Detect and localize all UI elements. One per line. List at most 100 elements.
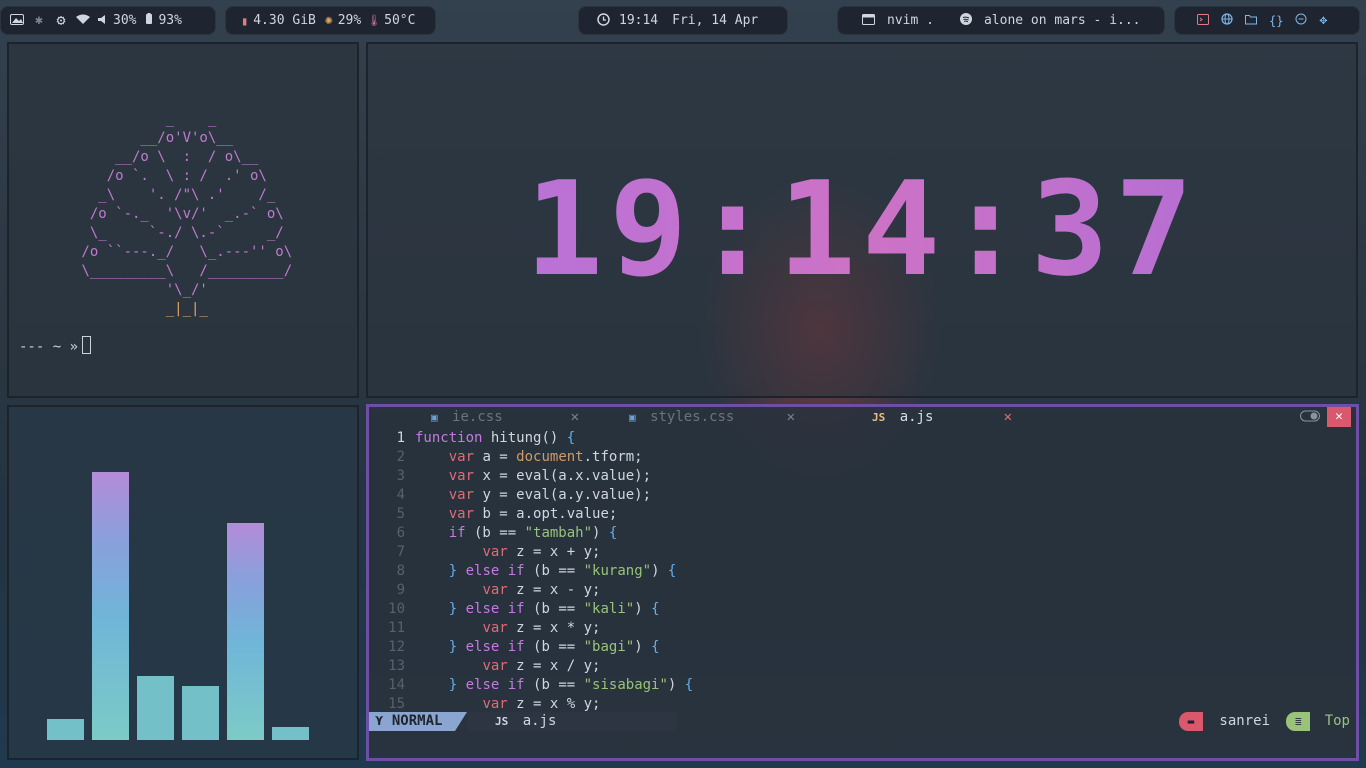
cursor-position: Top [1324, 713, 1350, 729]
code-text: function hitung() { [415, 430, 576, 446]
cwd-name: sanrei [1219, 713, 1270, 729]
terminal-icon[interactable] [1197, 13, 1209, 28]
code-text: if (b == "tambah") { [448, 525, 618, 541]
toggle-icon[interactable] [1300, 410, 1320, 425]
line-number: 4 [396, 487, 405, 503]
status-bar-left: ✱ ⚙ 30% 93% [0, 6, 216, 35]
grid-icon[interactable]: ✥ [1319, 14, 1327, 27]
code-line[interactable]: 8 } else if (b == "kurang") { [369, 562, 1356, 581]
clock-window: 19:14:37 [366, 42, 1358, 398]
tab-styles-css[interactable]: ▣ styles.css ✕ [629, 407, 795, 428]
code-text: var a = document.tform; [448, 449, 643, 465]
code-text: } else if (b == "kali") { [448, 601, 660, 617]
close-icon[interactable]: ✕ [787, 407, 795, 428]
position-segment: ≣ Top [1286, 712, 1350, 731]
window-icon [862, 13, 875, 28]
code-line[interactable]: 6 if (b == "tambah") { [369, 524, 1356, 543]
code-line[interactable]: 14 } else if (b == "sisabagi") { [369, 676, 1356, 695]
globe-icon[interactable] [1221, 13, 1233, 28]
tab-label: styles.css [650, 409, 735, 425]
line-number: 9 [396, 582, 405, 598]
settings-icon[interactable]: ⚙ [50, 13, 72, 28]
big-clock-digits: 19:14:37 [525, 153, 1199, 305]
visualizer-bar [92, 472, 129, 740]
close-icon[interactable]: ✕ [1004, 407, 1012, 428]
image-icon[interactable] [10, 13, 28, 28]
code-line[interactable]: 9 var z = x - y; [369, 581, 1356, 600]
code-text: } else if (b == "kurang") { [448, 563, 677, 579]
clock-bar[interactable]: 19:14 Fri, 14 Apr [578, 6, 788, 35]
tab-ie-css[interactable]: ▣ ie.css ✕ [431, 407, 579, 428]
clock-date: Fri, 14 Apr [672, 13, 759, 28]
css-icon: ▣ [431, 411, 438, 424]
code-text: var z = x * y; [482, 620, 601, 636]
clock-time: 19:14 [619, 13, 659, 28]
audio-visualizer [7, 405, 359, 760]
code-line[interactable]: 4 var y = eval(a.y.value); [369, 486, 1356, 505]
clock-icon [597, 12, 610, 29]
close-icon[interactable]: ✕ [571, 407, 579, 428]
statusline: ⋎ NORMAL JS a.js ▬ sanrei ≣ Top [369, 712, 1356, 731]
tab-label: a.js [899, 409, 934, 425]
code-line[interactable]: 11 var z = x * y; [369, 619, 1356, 638]
code-text: } else if (b == "bagi") { [448, 639, 660, 655]
visualizer-bar [47, 719, 84, 740]
code-icon[interactable]: {} [1269, 15, 1283, 27]
terminal-window[interactable]: _ _ __/o'V'o\__ __/o \ : / o\__ /o `. \ … [7, 42, 359, 398]
code-text: var z = x / y; [482, 658, 601, 674]
big-clock-text: 19:14:37 [525, 153, 1199, 305]
mode-separator [455, 712, 467, 731]
active-window-title[interactable]: nvim . [887, 13, 934, 28]
vim-icon: ⋎ [375, 713, 392, 729]
memory-icon: ▮ [241, 13, 249, 28]
code-text: var z = x + y; [482, 544, 601, 560]
cpu-icon: ✺ [324, 13, 333, 28]
code-line[interactable]: 5 var b = a.opt.value; [369, 505, 1356, 524]
tasks-bar: nvim . alone on mars - i... [837, 6, 1165, 35]
line-number: 8 [396, 563, 405, 579]
code-line[interactable]: 2 var a = document.tform; [369, 448, 1356, 467]
line-number: 1 [396, 430, 405, 446]
code-line[interactable]: 1 function hitung() { [369, 429, 1356, 448]
visualizer-bar [272, 727, 309, 740]
line-number: 3 [396, 468, 405, 484]
code-line[interactable]: 13 var z = x / y; [369, 657, 1356, 676]
battery-level: 93% [158, 13, 182, 28]
line-number: 13 [388, 658, 405, 674]
minus-circle-icon[interactable] [1295, 13, 1307, 28]
lines-icon: ≣ [1286, 712, 1311, 731]
code-text: var b = a.opt.value; [448, 506, 618, 522]
big-clock: 19:14:37 [368, 44, 1356, 396]
wifi-icon[interactable] [72, 14, 94, 28]
code-text: var z = x - y; [482, 582, 601, 598]
code-line[interactable]: 3 var x = eval(a.x.value); [369, 467, 1356, 486]
css-icon: ▣ [629, 411, 636, 424]
prompt-text: --- ~ » [19, 339, 79, 355]
shell-prompt[interactable]: --- ~ » [19, 336, 92, 355]
code-line[interactable]: 10 } else if (b == "kali") { [369, 600, 1356, 619]
statusline-filename: a.js [522, 713, 557, 729]
line-number: 7 [396, 544, 405, 560]
temperature: 50°C [384, 13, 416, 28]
text-cursor [82, 336, 92, 354]
code-line[interactable]: 7 var z = x + y; [369, 543, 1356, 562]
nvim-window[interactable]: ▣ ie.css ✕ ▣ styles.css ✕ JS a.js ✕ ✕ 1f… [366, 404, 1359, 761]
tabline: ▣ ie.css ✕ ▣ styles.css ✕ JS a.js ✕ ✕ [369, 407, 1356, 429]
code-buffer[interactable]: 1 function hitung() { 2 var a = document.t… [369, 429, 1356, 714]
folder-icon[interactable] [1245, 14, 1257, 28]
ascii-tree-art: _ _ __/o'V'o\__ __/o \ : / o\__ /o `. \ … [81, 111, 293, 317]
js-icon: JS [872, 411, 886, 424]
code-line[interactable]: 12 } else if (b == "bagi") { [369, 638, 1356, 657]
cpu-usage: 29% [337, 13, 362, 28]
visualizer-bar [137, 676, 174, 740]
mode-indicator: ⋎ NORMAL [369, 712, 455, 731]
now-playing[interactable]: alone on mars - i... [984, 13, 1141, 28]
tab-a-js[interactable]: JS a.js ✕ [872, 407, 1012, 428]
tab-label: ie.css [452, 409, 503, 425]
close-window-button[interactable]: ✕ [1327, 407, 1351, 427]
visualizer-bar [182, 686, 219, 740]
line-number: 10 [388, 601, 405, 617]
js-icon: JS [495, 715, 509, 728]
bluetooth-icon[interactable]: ✱ [28, 14, 50, 27]
volume-icon[interactable] [94, 14, 111, 28]
